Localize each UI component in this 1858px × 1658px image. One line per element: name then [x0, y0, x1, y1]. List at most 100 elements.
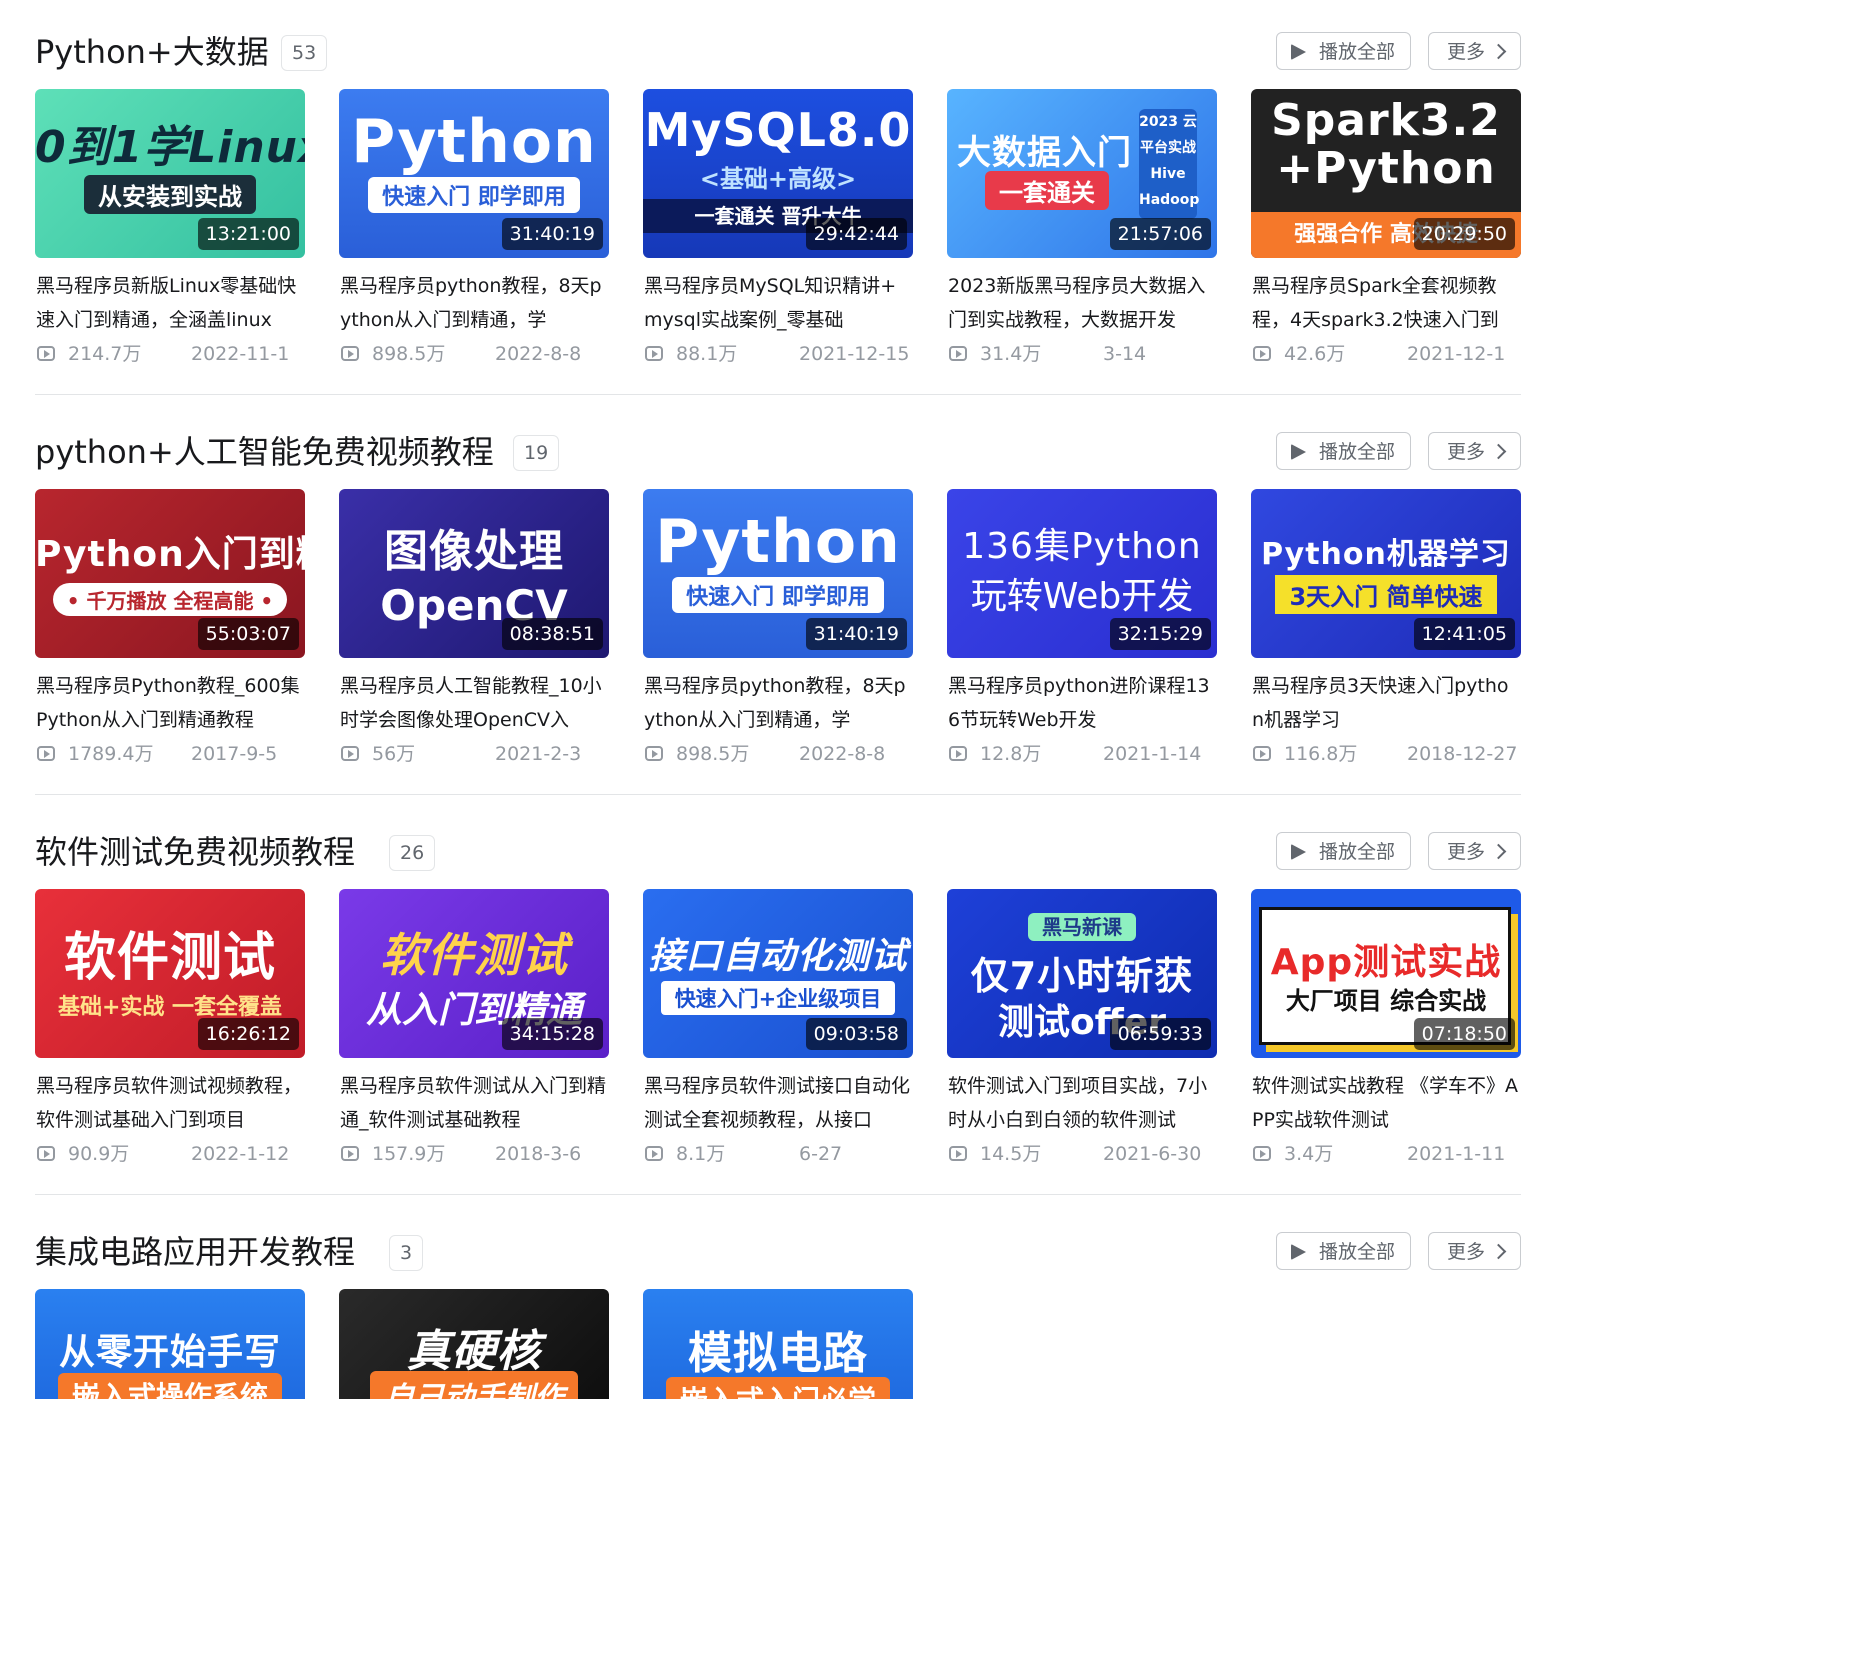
video-title[interactable]: 黑马程序员Python教程_600集Python从入门到精通教程 — [36, 669, 304, 737]
video-thumbnail[interactable]: 接口自动化测试 快速入门+企业级项目 09:03:58 — [643, 889, 913, 1058]
video-card[interactable]: Python机器学习 3天入门 简单快速 12:41:05 黑马程序员3天快速入… — [1251, 489, 1521, 779]
publish-date: 2022-8-8 — [495, 343, 582, 365]
video-meta: 56万 2021-2-3 — [339, 739, 609, 769]
video-card[interactable]: 136集Python 玩转Web开发 32:15:29 黑马程序员python进… — [947, 489, 1217, 779]
video-card[interactable]: 软件测试 基础+实战 一套全覆盖 16:26:12 黑马程序员软件测试视频教程，… — [35, 889, 305, 1179]
thumbnail-subtext-wrap: 一套通关 — [977, 171, 1117, 210]
video-thumbnail[interactable]: Python机器学习 3天入门 简单快速 12:41:05 — [1251, 489, 1521, 658]
video-card[interactable]: 黑马新课 仅7小时斩获 测试offer 06:59:33 软件测试入门到项目实战… — [947, 889, 1217, 1179]
video-card[interactable]: 图像处理 OpenCV 08:38:51 黑马程序员人工智能教程_10小时学会图… — [339, 489, 609, 779]
video-title[interactable]: 黑马程序员python教程，8天python从入门到精通，学 — [644, 669, 912, 737]
video-card[interactable]: Python 快速入门 即学即用 31:40:19 黑马程序员python教程，… — [643, 489, 913, 779]
duration-badge: 09:03:58 — [805, 1018, 907, 1050]
video-thumbnail[interactable]: Python入门到精通 • 千万播放 全程高能 • 55:03:07 — [35, 489, 305, 658]
video-card[interactable]: 软件测试 从入门到精通 34:15:28 黑马程序员软件测试从入门到精通_软件测… — [339, 889, 609, 1179]
play-count-icon — [341, 1146, 359, 1161]
video-thumbnail[interactable]: 大数据入门 一套通关 2023 云平台实战 Hive Hadoop 21:57:… — [947, 89, 1217, 258]
thumbnail-subtext: 一套通关 — [985, 171, 1109, 210]
thumbnail-text: MySQL8.0 — [644, 103, 912, 157]
thumbnail-text: Python — [655, 507, 901, 577]
video-thumbnail[interactable]: 真硬核 自己动手制作 — [339, 1289, 609, 1399]
play-all-button[interactable]: 播放全部 — [1276, 1232, 1411, 1270]
play-count-icon — [949, 1146, 967, 1161]
video-title[interactable]: 黑马程序员python教程，8天python从入门到精通，学 — [340, 269, 608, 337]
thumbnail-subtext-wrap: 嵌入式操作系统 — [35, 1373, 305, 1399]
video-card[interactable]: MySQL8.0 <基础+高级> 一套通关 晋升大牛 29:42:44 黑马程序… — [643, 89, 913, 379]
more-button[interactable]: 更多 — [1428, 1232, 1521, 1270]
video-thumbnail[interactable]: 从零开始手写 嵌入式操作系统 — [35, 1289, 305, 1399]
duration-badge: 31:40:19 — [805, 618, 907, 650]
video-thumbnail[interactable]: Python 快速入门 即学即用 31:40:19 — [643, 489, 913, 658]
video-thumbnail[interactable]: 软件测试 基础+实战 一套全覆盖 16:26:12 — [35, 889, 305, 1058]
video-thumbnail[interactable]: 0到1学Linux 从安装到实战 13:21:00 — [35, 89, 305, 258]
video-title[interactable]: 黑马程序员python进阶课程136节玩转Web开发 — [948, 669, 1216, 737]
view-count: 42.6万 — [1284, 343, 1346, 365]
play-count-icon — [645, 346, 663, 361]
more-button[interactable]: 更多 — [1428, 832, 1521, 870]
video-thumbnail[interactable]: 模拟电路 嵌入式入门必学 — [643, 1289, 913, 1399]
thumbnail-subtext: 大厂项目 综合实战 — [1285, 987, 1487, 1015]
play-all-button[interactable]: 播放全部 — [1276, 32, 1411, 70]
section-header: python+人工智能免费视频教程 19 播放全部 更多 — [35, 432, 1521, 476]
video-meta: 157.9万 2018-3-6 — [339, 1139, 609, 1169]
more-button[interactable]: 更多 — [1428, 432, 1521, 470]
thumbnail-subtext: 3天入门 简单快速 — [1275, 575, 1497, 614]
video-thumbnail[interactable]: 136集Python 玩转Web开发 32:15:29 — [947, 489, 1217, 658]
video-thumbnail[interactable]: 图像处理 OpenCV 08:38:51 — [339, 489, 609, 658]
video-meta: 42.6万 2021-12-1 — [1251, 339, 1521, 369]
play-all-button[interactable]: 播放全部 — [1276, 832, 1411, 870]
video-card[interactable]: Spark3.2 +Python 强强合作 高效快捷 20:29:50 黑马程序… — [1251, 89, 1521, 379]
more-button[interactable]: 更多 — [1428, 32, 1521, 70]
video-thumbnail[interactable]: App测试实战 大厂项目 综合实战 07:18:50 — [1251, 889, 1521, 1058]
video-title[interactable]: 黑马程序员人工智能教程_10小时学会图像处理OpenCV入 — [340, 669, 608, 737]
view-count: 56万 — [372, 743, 416, 765]
view-count: 14.5万 — [980, 1143, 1042, 1165]
play-count-icon — [37, 1146, 55, 1161]
section-title: Python+大数据 — [35, 33, 269, 71]
thumbnail-subtext: 玩转Web开发 — [970, 576, 1194, 617]
video-card[interactable]: 接口自动化测试 快速入门+企业级项目 09:03:58 黑马程序员软件测试接口自… — [643, 889, 913, 1179]
video-card[interactable]: Python入门到精通 • 千万播放 全程高能 • 55:03:07 黑马程序员… — [35, 489, 305, 779]
view-count: 1789.4万 — [68, 743, 154, 765]
video-thumbnail[interactable]: 软件测试 从入门到精通 34:15:28 — [339, 889, 609, 1058]
section-header: 集成电路应用开发教程 3 播放全部 更多 — [35, 1232, 1521, 1276]
video-title[interactable]: 2023新版黑马程序员大数据入门到实战教程，大数据开发 — [948, 269, 1216, 337]
video-card[interactable]: 0到1学Linux 从安装到实战 13:21:00 黑马程序员新版Linux零基… — [35, 89, 305, 379]
video-title[interactable]: 黑马程序员软件测试接口自动化测试全套视频教程，从接口 — [644, 1069, 912, 1137]
play-count-icon — [37, 346, 55, 361]
video-card[interactable]: 真硬核 自己动手制作 — [339, 1289, 609, 1399]
play-all-button[interactable]: 播放全部 — [1276, 432, 1411, 470]
view-count: 88.1万 — [676, 343, 738, 365]
video-thumbnail[interactable]: MySQL8.0 <基础+高级> 一套通关 晋升大牛 29:42:44 — [643, 89, 913, 258]
video-card[interactable]: Python 快速入门 即学即用 31:40:19 黑马程序员python教程，… — [339, 89, 609, 379]
video-card[interactable]: App测试实战 大厂项目 综合实战 07:18:50 软件测试实战教程 《学车不… — [1251, 889, 1521, 1179]
video-title[interactable]: 软件测试实战教程 《学车不》APP实战软件测试 — [1252, 1069, 1520, 1137]
duration-badge: 08:38:51 — [501, 618, 603, 650]
video-title[interactable]: 黑马程序员3天快速入门python机器学习 — [1252, 669, 1520, 737]
thumbnail-text: 接口自动化测试 — [648, 936, 908, 977]
video-title[interactable]: 黑马程序员MySQL知识精讲+mysql实战案例_零基础 — [644, 269, 912, 337]
video-thumbnail[interactable]: Python 快速入门 即学即用 31:40:19 — [339, 89, 609, 258]
video-meta: 116.8万 2018-12-27 — [1251, 739, 1521, 769]
video-title[interactable]: 黑马程序员软件测试从入门到精通_软件测试基础教程 — [340, 1069, 608, 1137]
video-title[interactable]: 黑马程序员Spark全套视频教程，4天spark3.2快速入门到 — [1252, 269, 1520, 337]
video-card[interactable]: 从零开始手写 嵌入式操作系统 — [35, 1289, 305, 1399]
publish-date: 2017-9-5 — [191, 743, 278, 765]
view-count: 8.1万 — [676, 1143, 726, 1165]
video-card[interactable]: 大数据入门 一套通关 2023 云平台实战 Hive Hadoop 21:57:… — [947, 89, 1217, 379]
video-thumbnail[interactable]: Spark3.2 +Python 强强合作 高效快捷 20:29:50 — [1251, 89, 1521, 258]
thumbnail-subtext: • 千万播放 全程高能 • — [52, 583, 288, 616]
duration-badge: 20:29:50 — [1413, 218, 1515, 250]
publish-date: 2018-3-6 — [495, 1143, 582, 1165]
video-card[interactable]: 模拟电路 嵌入式入门必学 — [643, 1289, 913, 1399]
play-icon — [1291, 444, 1306, 460]
video-thumbnail[interactable]: 黑马新课 仅7小时斩获 测试offer 06:59:33 — [947, 889, 1217, 1058]
view-count: 898.5万 — [372, 343, 446, 365]
video-title[interactable]: 黑马程序员新版Linux零基础快速入门到精通，全涵盖linux — [36, 269, 304, 337]
video-meta: 88.1万 2021-12-15 — [643, 339, 913, 369]
video-title[interactable]: 黑马程序员软件测试视频教程，软件测试基础入门到项目 — [36, 1069, 304, 1137]
thumbnail-subtext: 基础+实战 一套全覆盖 — [57, 995, 283, 1020]
video-title[interactable]: 软件测试入门到项目实战，7小时从小白到白领的软件测试 — [948, 1069, 1216, 1137]
thumbnail-subtext: 快速入门 即学即用 — [368, 177, 580, 213]
more-label: 更多 — [1447, 1241, 1486, 1263]
